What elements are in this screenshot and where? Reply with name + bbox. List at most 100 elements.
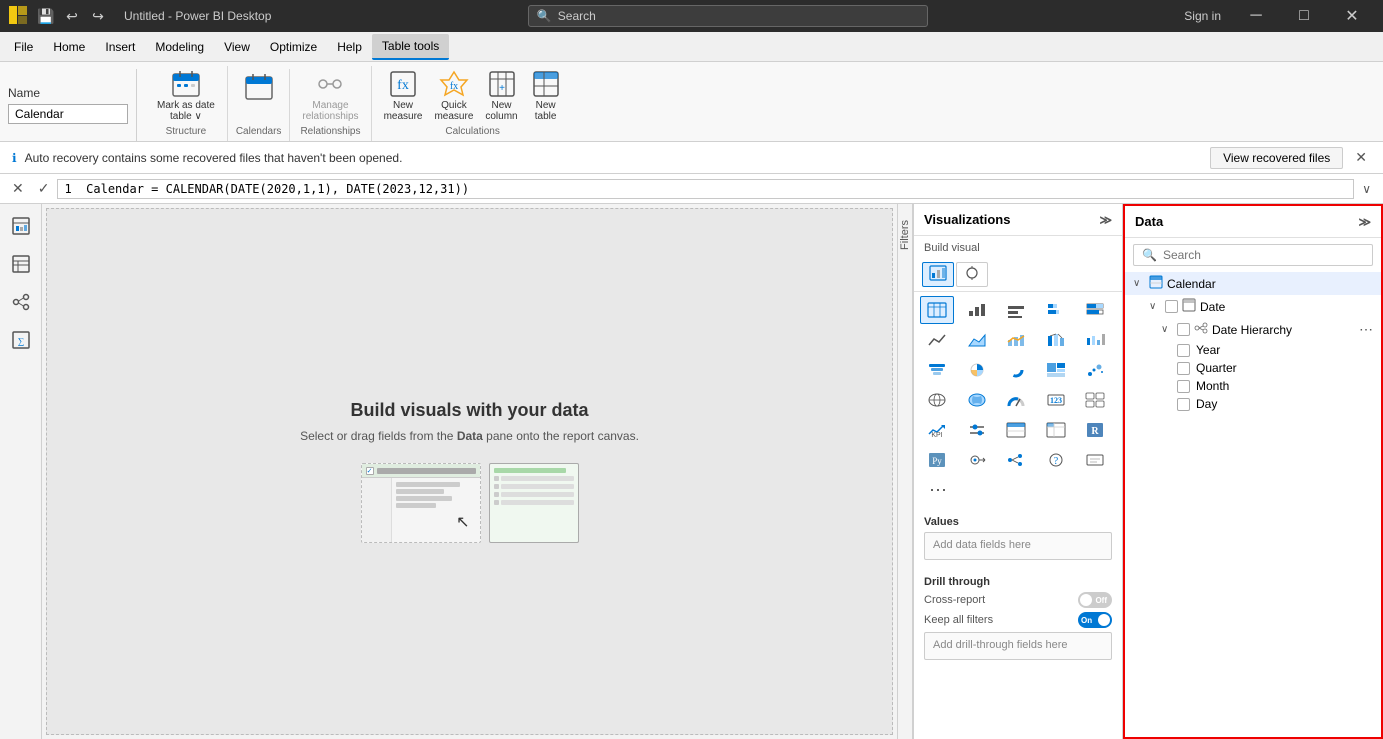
cross-report-toggle[interactable]: Off (1078, 592, 1112, 608)
viz-column-icon[interactable] (999, 296, 1033, 324)
hierarchy-quarter[interactable]: Quarter (1125, 359, 1381, 377)
viz-smart-narrative-icon[interactable] (1078, 446, 1112, 474)
viz-card-icon[interactable]: 123 (1039, 386, 1073, 414)
viz-table2-icon[interactable] (999, 416, 1033, 444)
hierarchy-more[interactable]: ⋯ (1359, 321, 1373, 338)
viz-pie-icon[interactable] (960, 356, 994, 384)
data-panel-expand[interactable]: ≫ (1358, 215, 1371, 229)
signin-label[interactable]: Sign in (1184, 9, 1221, 23)
save-icon[interactable]: 💾 (36, 8, 56, 25)
hierarchy-chevron: ∨ (1161, 324, 1173, 335)
new-measure-button[interactable]: fx New measure (380, 66, 427, 124)
table-name-input[interactable] (8, 104, 128, 124)
year-checkbox[interactable] (1177, 344, 1190, 357)
manage-rel-label2: relationships (302, 111, 358, 122)
viz-panel-expand[interactable]: ≫ (1099, 213, 1112, 227)
viz-scatter-icon[interactable] (1078, 356, 1112, 384)
values-drop-zone[interactable]: Add data fields here (924, 532, 1112, 560)
title-search-box[interactable]: 🔍 Search (528, 5, 928, 27)
viz-table-icon[interactable] (920, 296, 954, 324)
manage-relationships-button[interactable]: Manage relationships (298, 66, 362, 124)
viz-tab-format[interactable] (956, 262, 988, 287)
new-table-button[interactable]: New table (526, 66, 566, 124)
menu-modeling[interactable]: Modeling (145, 34, 214, 60)
data-search-input[interactable] (1163, 248, 1364, 262)
viz-key-influencers-icon[interactable] (960, 446, 994, 474)
viz-map-icon[interactable] (920, 386, 954, 414)
mark-date-icon (170, 68, 202, 100)
formula-expand-button[interactable]: ∨ (1358, 180, 1375, 198)
info-icon: ℹ (12, 151, 17, 165)
viz-matrix-icon[interactable] (1039, 416, 1073, 444)
viz-ribbon-icon[interactable] (1039, 326, 1073, 354)
viz-decomp-tree-icon[interactable] (999, 446, 1033, 474)
viz-100-stacked-icon[interactable] (1078, 296, 1112, 324)
undo-icon[interactable]: ↩ (62, 8, 82, 25)
viz-filled-map-icon[interactable] (960, 386, 994, 414)
filters-sidebar[interactable]: Filters (897, 204, 913, 739)
drill-drop-zone[interactable]: Add drill-through fields here (924, 632, 1112, 660)
hierarchy-day[interactable]: Day (1125, 395, 1381, 413)
canvas-area[interactable]: Build visuals with your data Select or d… (46, 208, 893, 735)
new-measure-icon: fx (387, 68, 419, 100)
menu-help[interactable]: Help (327, 34, 372, 60)
viz-qa-icon[interactable]: ? (1039, 446, 1073, 474)
viz-r-icon[interactable]: R (1078, 416, 1112, 444)
sidebar-model-icon[interactable] (3, 284, 39, 320)
hierarchy-month[interactable]: Month (1125, 377, 1381, 395)
mark-date-dropdown: table ∨ (170, 111, 202, 122)
viz-more-button[interactable]: ⋯ (920, 476, 954, 504)
menu-insert[interactable]: Insert (95, 34, 145, 60)
viz-multi-row-card-icon[interactable] (1078, 386, 1112, 414)
date-checkbox[interactable] (1165, 300, 1178, 313)
hierarchy-checkbox[interactable] (1177, 323, 1190, 336)
viz-line-icon[interactable] (920, 326, 954, 354)
menu-home[interactable]: Home (43, 34, 95, 60)
viz-area-icon[interactable] (960, 326, 994, 354)
new-table-icon (530, 68, 562, 100)
minimize-button[interactable]: ─ (1233, 0, 1279, 32)
day-checkbox[interactable] (1177, 398, 1190, 411)
close-button[interactable]: ✕ (1329, 0, 1375, 32)
viz-donut-icon[interactable] (999, 356, 1033, 384)
viz-treemap-icon[interactable] (1039, 356, 1073, 384)
quick-measure-label2: measure (434, 111, 473, 122)
keep-filters-toggle[interactable]: On (1078, 612, 1112, 628)
viz-slicer-icon[interactable] (960, 416, 994, 444)
quick-measure-button[interactable]: fx Quick measure (430, 66, 477, 124)
viz-gauge-icon[interactable] (999, 386, 1033, 414)
formula-confirm[interactable]: ✓ (34, 178, 54, 199)
auto-date-button[interactable] (239, 69, 279, 105)
recovery-info: ℹ Auto recovery contains some recovered … (12, 151, 402, 165)
new-column-button[interactable]: + New column (481, 66, 521, 124)
menu-file[interactable]: File (4, 34, 43, 60)
build-visual-label: Build visual (914, 236, 1122, 258)
formula-cancel[interactable]: ✕ (8, 178, 28, 199)
hierarchy-year[interactable]: Year (1125, 341, 1381, 359)
viz-stacked-bar-icon[interactable] (1039, 296, 1073, 324)
mark-as-date-button[interactable]: Mark as date table ∨ (153, 66, 219, 124)
recovery-close-button[interactable]: ✕ (1351, 149, 1371, 166)
sidebar-data-icon[interactable] (3, 246, 39, 282)
viz-combo-icon[interactable] (999, 326, 1033, 354)
formula-input[interactable] (57, 179, 1354, 199)
maximize-button[interactable]: □ (1281, 0, 1327, 32)
sidebar-dax-icon[interactable]: ∑ (3, 322, 39, 358)
sidebar-report-icon[interactable] (3, 208, 39, 244)
tree-date-field[interactable]: ∨ Date (1125, 295, 1381, 318)
redo-icon[interactable]: ↪ (88, 8, 108, 25)
viz-python-icon[interactable]: Py (920, 446, 954, 474)
menu-table-tools[interactable]: Table tools (372, 34, 449, 60)
menu-optimize[interactable]: Optimize (260, 34, 327, 60)
viz-bar-icon[interactable] (960, 296, 994, 324)
quarter-checkbox[interactable] (1177, 362, 1190, 375)
viz-waterfall-icon[interactable] (1078, 326, 1112, 354)
view-recovered-button[interactable]: View recovered files (1210, 147, 1343, 169)
menu-view[interactable]: View (214, 34, 260, 60)
month-checkbox[interactable] (1177, 380, 1190, 393)
tree-calendar-table[interactable]: ∨ Calendar (1125, 272, 1381, 295)
tree-hierarchy[interactable]: ∨ Date Hierarchy ⋯ (1125, 318, 1381, 341)
viz-tab-visual[interactable] (922, 262, 954, 287)
viz-funnel-icon[interactable] (920, 356, 954, 384)
viz-kpi-icon[interactable]: KPI (920, 416, 954, 444)
